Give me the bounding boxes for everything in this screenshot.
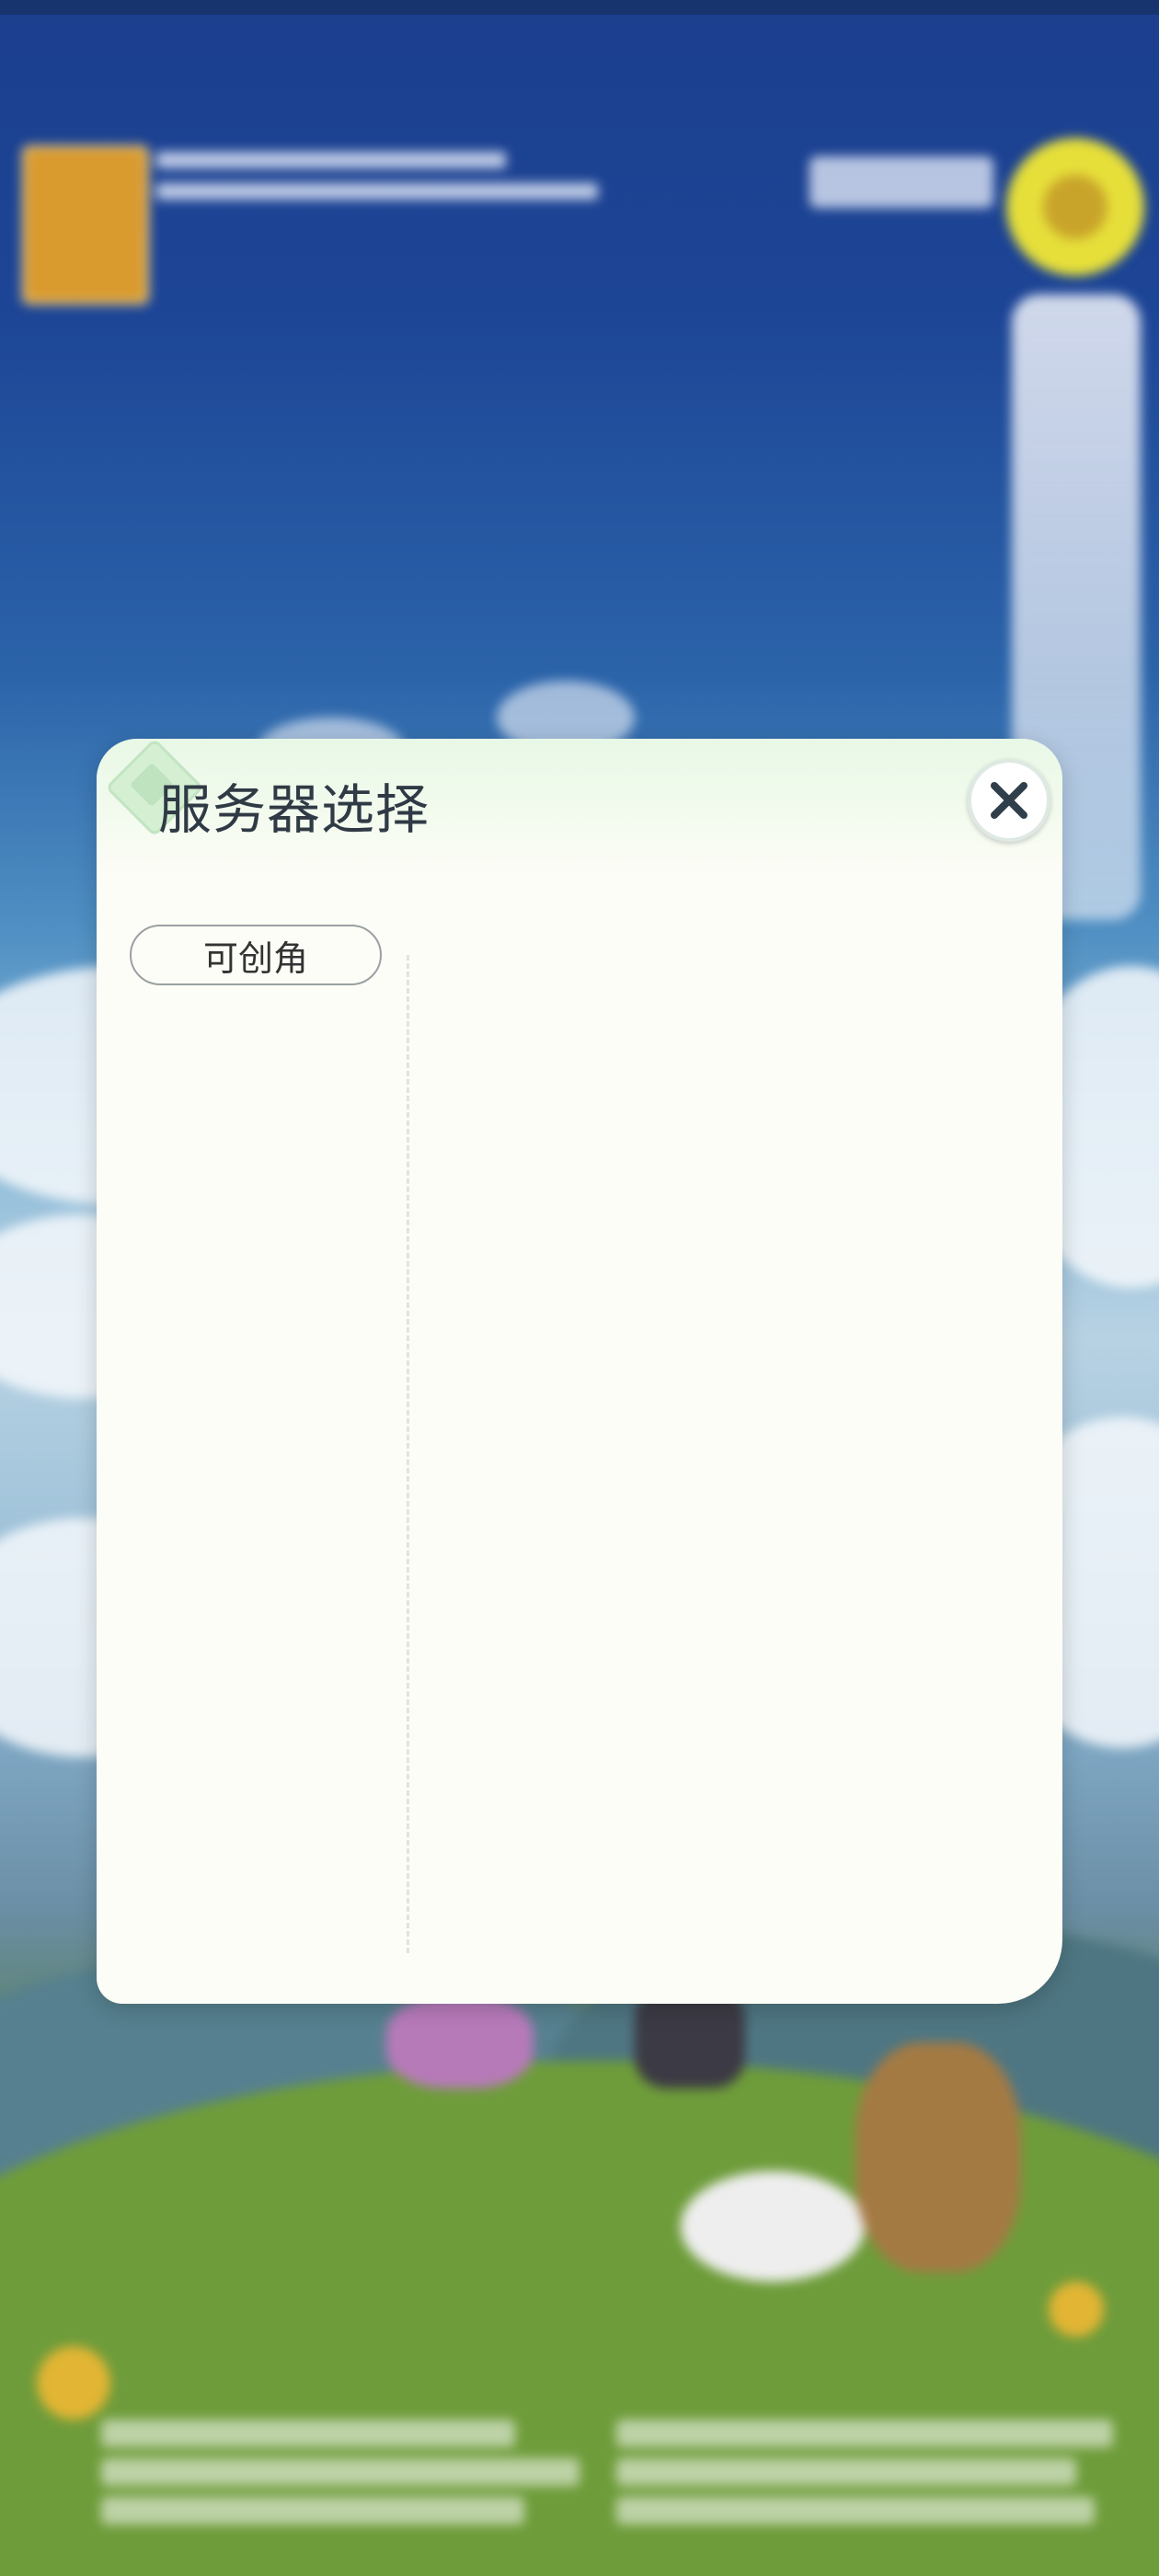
tab-can-create-role[interactable]: 可创角 bbox=[130, 925, 382, 985]
dialog-title: 服务器选择 bbox=[158, 778, 430, 841]
list-divider bbox=[407, 955, 409, 1953]
server-select-dialog: 服务器选择 可创角 bbox=[97, 739, 1062, 2004]
tab-label: 可创角 bbox=[202, 937, 308, 979]
server-list-area bbox=[428, 923, 1035, 1953]
close-icon bbox=[991, 782, 1027, 819]
game-login-screen: 服务器选择 可创角 bbox=[0, 0, 1159, 2576]
status-bar-strip bbox=[0, 0, 1159, 15]
close-button[interactable] bbox=[968, 759, 1050, 842]
